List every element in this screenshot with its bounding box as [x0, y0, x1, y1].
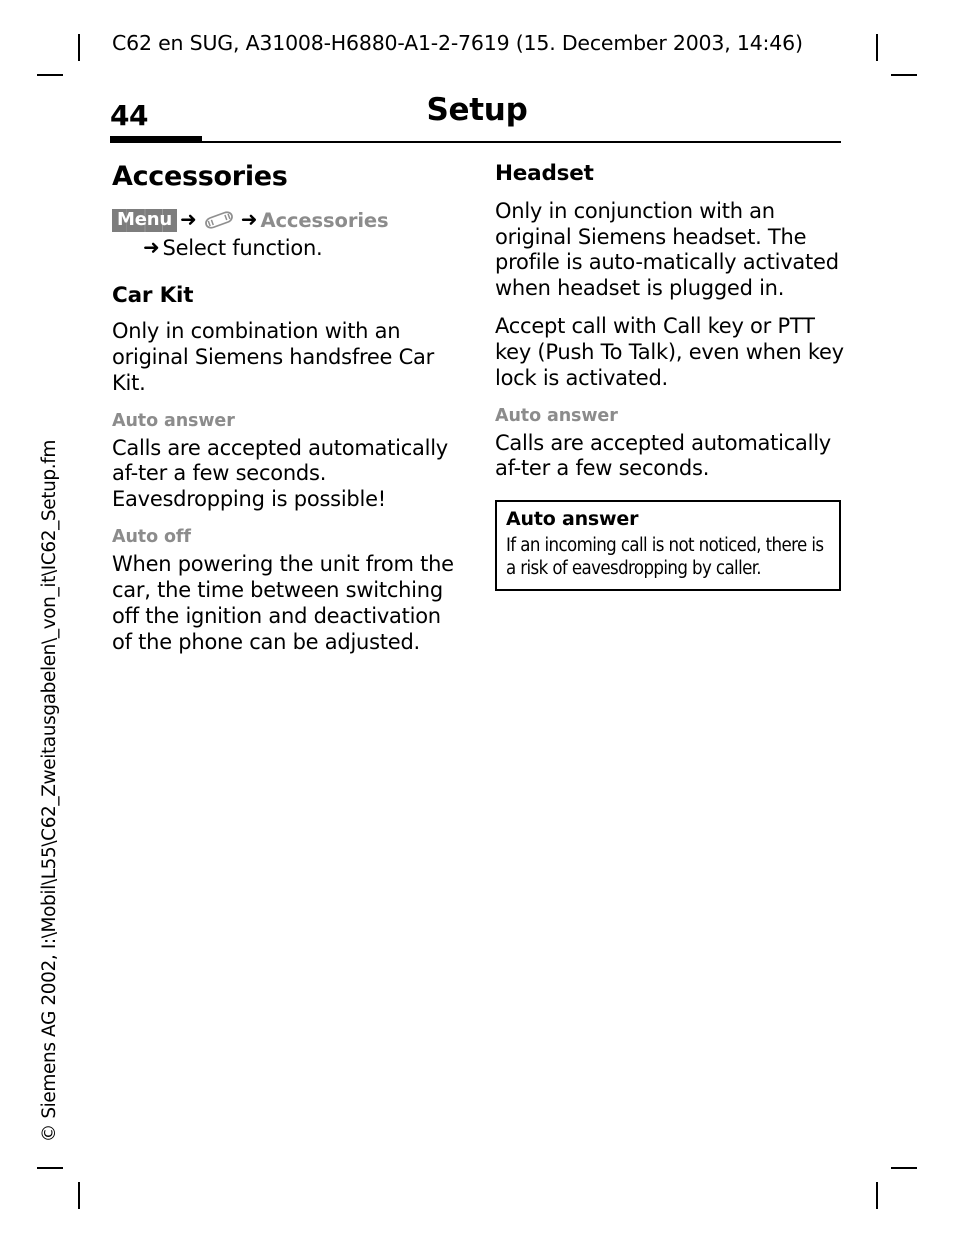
- vertical-sidenote-text: © Siemens AG 2002, I:\Mobil\L55\C62_Zwei…: [38, 439, 60, 1142]
- menu-path-line-1: Menu ➜ ➜ Accessories: [112, 208, 462, 233]
- section-heading-headset: Headset: [495, 161, 594, 186]
- left-column: Accessories Menu ➜ ➜ Accessories ➜ Select…: [112, 162, 462, 667]
- menu-target-label[interactable]: Accessories: [260, 208, 388, 233]
- crop-mark-top-right-vertical: [876, 34, 878, 61]
- auto-answer-carkit-text: Calls are accepted automatically af-ter …: [112, 435, 448, 512]
- arrow-icon-1: ➜: [179, 207, 197, 232]
- crop-mark-bottom-right-horizontal: [891, 1167, 917, 1169]
- auto-off-text: When powering the unit from the car, the…: [112, 552, 454, 654]
- crop-mark-bottom-right-vertical: [876, 1182, 878, 1209]
- crop-mark-bottom-left-horizontal: [37, 1167, 63, 1169]
- arrow-icon-3: ➜: [143, 235, 160, 260]
- header-rule-thick: [110, 136, 202, 143]
- headset-paragraph-1: Only in conjunction with an original Sie…: [495, 198, 839, 301]
- sub-heading-auto-answer-carkit: Auto answer: [112, 410, 235, 431]
- crop-mark-top-right-horizontal: [891, 74, 917, 76]
- header-rule: [110, 141, 841, 143]
- subsection-heading-car-kit: Car Kit: [112, 283, 194, 309]
- sub-heading-auto-answer-headset: Auto answer: [495, 405, 618, 426]
- page-title: Setup: [426, 92, 528, 128]
- callout-title: Auto answer: [506, 508, 639, 531]
- crop-mark-top-left-vertical: [78, 34, 80, 61]
- wrench-icon: [202, 209, 236, 231]
- document-header: C62 en SUG, A31008-H6880-A1-2-7619 (15. …: [112, 31, 803, 55]
- crop-mark-top-left-horizontal: [37, 74, 63, 76]
- right-column: Headset Only in conjunction with an orig…: [495, 161, 845, 592]
- car-kit-intro-text: Only in combination with an original Sie…: [112, 319, 435, 395]
- softkey-menu-button[interactable]: Menu: [112, 208, 177, 233]
- menu-path-line-2: ➜ Select function.: [112, 235, 462, 262]
- vertical-sidenote: © Siemens AG 2002, I:\Mobil\L55\C62_Zwei…: [0, 439, 64, 1142]
- auto-answer-headset-text: Calls are accepted automatically af-ter …: [495, 430, 831, 481]
- sub-heading-auto-off: Auto off: [112, 527, 191, 548]
- callout-box-auto-answer: Auto answer If an incoming call is not n…: [495, 500, 841, 592]
- arrow-icon-2: ➜: [240, 207, 258, 232]
- section-heading-accessories: Accessories: [112, 161, 288, 192]
- crop-mark-bottom-left-vertical: [78, 1182, 80, 1209]
- callout-body: If an incoming call is not noticed, ther…: [506, 535, 824, 580]
- menu-select-function-label: Select function.: [162, 236, 323, 261]
- headset-paragraph-2: Accept call with Call key or PTT key (Pu…: [495, 314, 844, 390]
